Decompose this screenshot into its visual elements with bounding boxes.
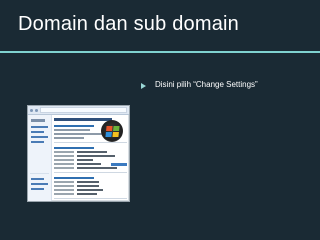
- bullet-arrow-icon: [141, 83, 146, 89]
- info-row: [54, 155, 127, 157]
- info-row: [54, 185, 127, 187]
- sidebar-heading: [31, 119, 45, 122]
- sidebar-link: [31, 131, 44, 133]
- info-row: [54, 189, 127, 191]
- info-row: [54, 159, 127, 161]
- info-row: [54, 151, 127, 153]
- change-settings-link[interactable]: [111, 163, 127, 166]
- sidebar-link: [31, 183, 48, 185]
- windows-flag-icon: [104, 125, 120, 137]
- window-address-bar: [28, 106, 129, 115]
- bullet-item: Disini pilih “Change Settings”: [141, 79, 265, 90]
- info-line: [54, 137, 84, 139]
- section-divider: [54, 198, 127, 199]
- section-heading: [54, 147, 94, 149]
- sidebar-link: [31, 141, 44, 143]
- sidebar-link: [31, 178, 44, 180]
- section-heading: [54, 177, 94, 179]
- control-panel-sidebar: [28, 115, 52, 201]
- section-divider: [54, 172, 127, 173]
- section-divider: [54, 142, 127, 143]
- slide-title: Domain dan sub domain: [18, 13, 239, 35]
- breadcrumb: [40, 107, 127, 113]
- info-line: [54, 129, 90, 131]
- forward-icon: [35, 108, 38, 112]
- info-row: [54, 193, 127, 195]
- info-row: [54, 181, 127, 183]
- system-properties-screenshot: [27, 105, 130, 202]
- panel-heading: [54, 118, 112, 121]
- bullet-text: Disini pilih “Change Settings”: [155, 80, 258, 89]
- sidebar-link: [31, 126, 48, 128]
- sidebar-link: [31, 188, 44, 190]
- section-heading: [54, 125, 94, 127]
- sidebar-link: [31, 136, 48, 138]
- windows-logo-icon: [101, 120, 123, 142]
- sidebar-separator: [30, 173, 49, 174]
- back-icon: [30, 108, 33, 112]
- info-row: [54, 167, 127, 169]
- info-line: [54, 133, 104, 135]
- accent-divider: [0, 51, 320, 53]
- slide: Domain dan sub domain Disini pilih “Chan…: [0, 0, 320, 240]
